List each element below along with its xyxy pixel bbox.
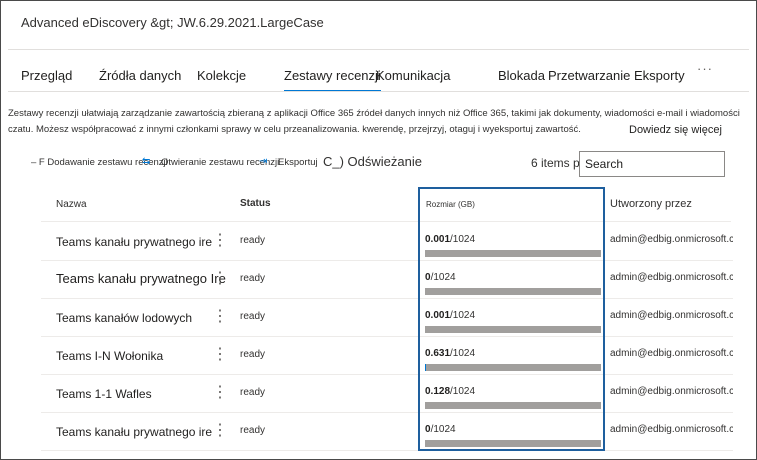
row-status: ready bbox=[240, 349, 266, 360]
more-tabs-icon[interactable]: ··· bbox=[697, 61, 713, 76]
row-name[interactable]: Teams kanału prywatnego ire bbox=[56, 425, 212, 439]
row-size-total: /1024 bbox=[450, 386, 476, 397]
tab-hold[interactable]: Blokada bbox=[498, 68, 545, 83]
column-header-size[interactable]: Rozmiar (GB) bbox=[426, 200, 475, 209]
search-input[interactable] bbox=[579, 151, 725, 177]
row-name[interactable]: Teams kanałów lodowych bbox=[56, 311, 192, 325]
usage-bar bbox=[425, 326, 601, 333]
row-size: 0.631/1024 bbox=[425, 348, 475, 359]
row-size-used: 0.001 bbox=[425, 310, 451, 321]
row-size-total: /1024 bbox=[430, 424, 456, 435]
row-size-used: 0.631 bbox=[425, 348, 451, 359]
tab-collections[interactable]: Kolekcje bbox=[197, 68, 246, 83]
refresh-button[interactable]: C_) Odświeżanie bbox=[323, 154, 422, 169]
row-name[interactable]: Teams I-N Wołonika bbox=[56, 349, 163, 363]
row-size-total: /1024 bbox=[450, 348, 476, 359]
column-header-created-by[interactable]: Utworzony przez bbox=[610, 198, 692, 210]
usage-bar bbox=[425, 364, 601, 371]
tab-processing[interactable]: Przetwarzanie bbox=[548, 68, 630, 83]
table-row[interactable]: Teams kanałów lodowych ⋮ ready 0.001/102… bbox=[41, 298, 733, 337]
tab-divider bbox=[8, 91, 749, 92]
column-header-status[interactable]: Status bbox=[240, 198, 271, 209]
app-window: Advanced eDiscovery &gt; JW.6.29.2021.La… bbox=[0, 0, 757, 460]
row-created-by: admin@edbig.onmicrosoft.c bbox=[610, 386, 733, 397]
row-size: 0/1024 bbox=[425, 424, 456, 435]
row-status: ready bbox=[240, 235, 266, 246]
usage-bar bbox=[425, 250, 601, 257]
row-size: 0.001/1024 bbox=[425, 310, 475, 321]
more-vertical-icon[interactable]: ⋮ bbox=[212, 382, 228, 402]
items-count: 6 items p bbox=[531, 156, 580, 170]
row-created-by: admin@edbig.onmicrosoft.c bbox=[610, 348, 733, 359]
row-size-total: /1024 bbox=[430, 272, 456, 283]
more-vertical-icon[interactable]: ⋮ bbox=[212, 344, 228, 364]
row-status: ready bbox=[240, 387, 266, 398]
usage-bar bbox=[425, 288, 601, 295]
row-name[interactable]: Teams kanału prywatnego Ire bbox=[56, 271, 226, 286]
row-status: ready bbox=[240, 425, 266, 436]
table-row[interactable]: Teams kanału prywatnego ire ⋮ ready 0.00… bbox=[41, 222, 733, 261]
row-name[interactable]: Teams kanału prywatnego ire bbox=[56, 235, 212, 249]
tab-data-sources[interactable]: Źródła danych bbox=[99, 68, 181, 83]
export-icon: ⇥ bbox=[259, 156, 268, 167]
row-name[interactable]: Teams 1-1 Wafles bbox=[56, 387, 152, 401]
table-row[interactable]: Teams kanału prywatnego Ire ⋮ ready 0/10… bbox=[41, 260, 733, 299]
more-vertical-icon[interactable]: ⋮ bbox=[212, 420, 228, 440]
tab-exports[interactable]: Eksporty bbox=[634, 68, 685, 83]
tab-communications[interactable]: Komunikacja bbox=[376, 68, 450, 83]
row-created-by: admin@edbig.onmicrosoft.c bbox=[610, 310, 733, 321]
row-status: ready bbox=[240, 311, 266, 322]
more-vertical-icon[interactable]: ⋮ bbox=[212, 306, 228, 326]
more-vertical-icon[interactable]: ⋮ bbox=[212, 230, 228, 250]
usage-bar bbox=[425, 402, 601, 409]
export-button[interactable]: Eksportuj bbox=[278, 157, 318, 168]
row-size-used: 0.001 bbox=[425, 234, 451, 245]
row-size-used: 0.128 bbox=[425, 386, 451, 397]
row-size: 0/1024 bbox=[425, 272, 456, 283]
divider bbox=[8, 49, 749, 50]
row-size: 0.128/1024 bbox=[425, 386, 475, 397]
learn-more-link[interactable]: Dowiedz się więcej bbox=[629, 124, 722, 136]
row-created-by: admin@edbig.onmicrosoft.c bbox=[610, 234, 733, 245]
row-status: ready bbox=[240, 273, 266, 284]
row-created-by: admin@edbig.onmicrosoft.c bbox=[610, 272, 733, 283]
row-created-by: admin@edbig.onmicrosoft.c bbox=[610, 424, 733, 435]
row-size: 0.001/1024 bbox=[425, 234, 475, 245]
table-row[interactable]: Teams I-N Wołonika ⋮ ready 0.631/1024 ad… bbox=[41, 336, 733, 375]
column-header-name[interactable]: Nazwa bbox=[56, 199, 87, 210]
row-size-total: /1024 bbox=[450, 310, 476, 321]
table-row[interactable]: Teams 1-1 Wafles ⋮ ready 0.128/1024 admi… bbox=[41, 374, 733, 413]
open-icon: ⇆ bbox=[142, 156, 151, 167]
more-vertical-icon[interactable]: ⋮ bbox=[212, 268, 228, 288]
tab-overview[interactable]: Przegląd bbox=[21, 68, 72, 83]
page-title: Advanced eDiscovery &gt; JW.6.29.2021.La… bbox=[21, 15, 324, 30]
tab-review-sets[interactable]: Zestawy recenzji bbox=[284, 68, 381, 92]
table-row[interactable]: Teams kanału prywatnego ire ⋮ ready 0/10… bbox=[41, 412, 733, 451]
usage-bar bbox=[425, 440, 601, 447]
row-size-total: /1024 bbox=[450, 234, 476, 245]
